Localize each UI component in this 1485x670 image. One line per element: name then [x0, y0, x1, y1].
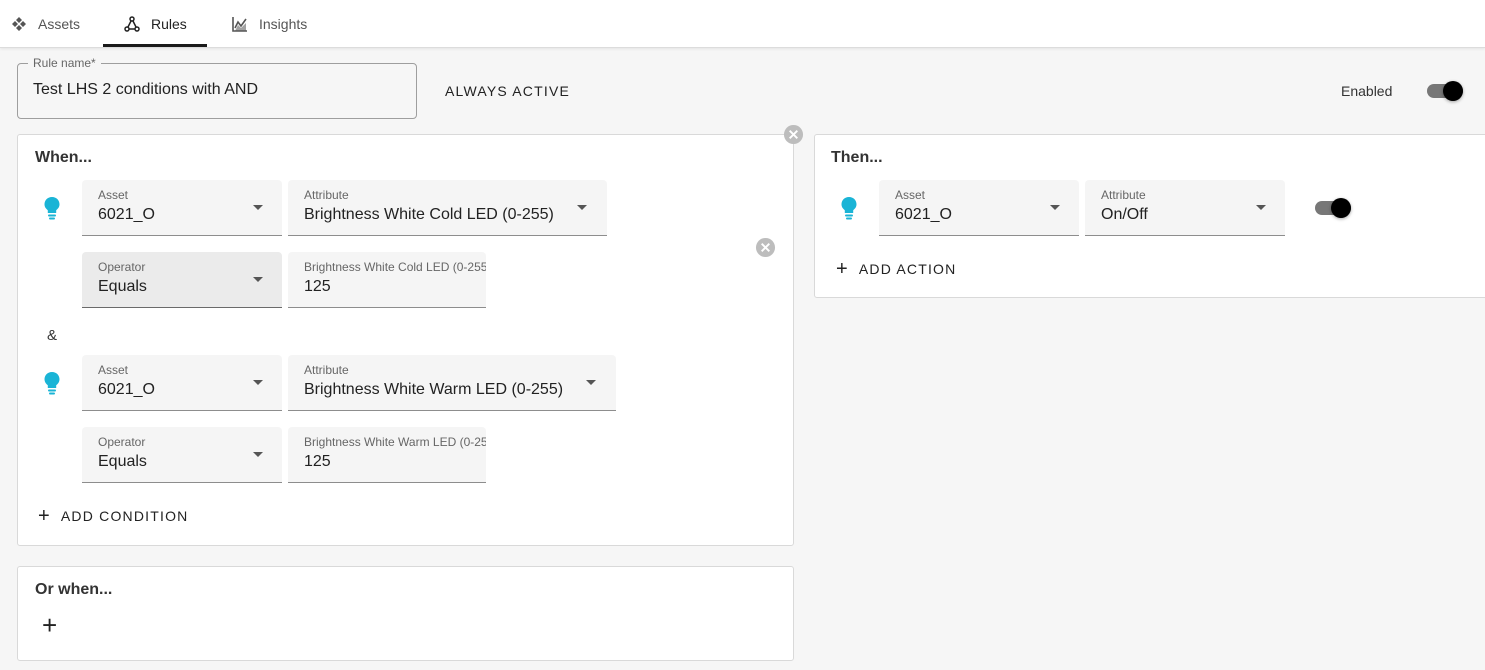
add-action-label: ADD ACTION	[858, 261, 957, 277]
tab-insights[interactable]: Insights	[232, 0, 307, 48]
attribute-value: Brightness White Warm LED (0-255)	[304, 381, 564, 398]
add-group-plus-icon[interactable]: +	[42, 612, 57, 638]
condition-2-operator-select[interactable]: Operator Equals	[82, 427, 282, 483]
active-tab-indicator	[103, 44, 207, 47]
operator-value: Equals	[98, 453, 147, 470]
lightbulb-icon	[840, 196, 858, 225]
value-input[interactable]: 125	[304, 278, 331, 296]
lightbulb-icon	[43, 371, 61, 400]
tab-assets[interactable]: Assets	[11, 0, 80, 48]
close-circle-icon	[755, 237, 776, 258]
plus-icon: +	[38, 505, 51, 527]
tab-assets-label: Assets	[38, 16, 81, 32]
tab-rules[interactable]: Rules	[124, 0, 187, 48]
rules-icon	[124, 16, 140, 32]
enabled-toggle[interactable]	[1443, 81, 1463, 101]
condition-1-asset-select[interactable]: Asset 6021_O	[82, 180, 282, 236]
value-label: Brightness White Warm LED (0-255)	[304, 435, 486, 449]
tab-rules-label: Rules	[151, 16, 187, 32]
asset-value: 6021_O	[98, 381, 155, 398]
rule-name-value[interactable]: Test LHS 2 conditions with AND	[33, 81, 258, 99]
condition-2-value-input[interactable]: Brightness White Warm LED (0-255) 125	[288, 427, 486, 483]
dropdown-arrow-icon	[253, 277, 263, 282]
dropdown-arrow-icon	[253, 452, 263, 457]
operator-value: Equals	[98, 278, 147, 295]
condition-1-operator-select[interactable]: Operator Equals	[82, 252, 282, 308]
attribute-label: Attribute	[304, 363, 349, 377]
attribute-label: Attribute	[304, 188, 349, 202]
dropdown-arrow-icon	[1050, 205, 1060, 210]
condition-2-asset-select[interactable]: Asset 6021_O	[82, 355, 282, 411]
then-title: Then...	[831, 149, 883, 166]
attribute-value: Brightness White Cold LED (0-255)	[304, 206, 554, 223]
asset-label: Asset	[895, 188, 926, 202]
action-attribute-select[interactable]: Attribute On/Off	[1085, 180, 1285, 236]
plus-icon: +	[836, 258, 849, 280]
value-label: Brightness White Cold LED (0-255)	[304, 260, 486, 274]
operator-label: Operator	[98, 260, 146, 274]
condition-2-attribute-select[interactable]: Attribute Brightness White Warm LED (0-2…	[288, 355, 616, 411]
asset-label: Asset	[98, 188, 129, 202]
action-value-toggle[interactable]	[1331, 198, 1351, 218]
dropdown-arrow-icon	[577, 205, 587, 210]
attribute-label: Attribute	[1101, 188, 1146, 202]
lightbulb-icon	[43, 196, 61, 225]
insights-icon	[232, 17, 247, 32]
asset-value: 6021_O	[895, 206, 952, 223]
dropdown-arrow-icon	[1256, 205, 1266, 210]
value-input[interactable]: 125	[304, 453, 331, 471]
when-title: When...	[35, 149, 92, 166]
or-when-title: Or when...	[35, 581, 113, 598]
dropdown-arrow-icon	[586, 380, 596, 385]
remove-condition-button[interactable]	[755, 237, 776, 263]
dropdown-arrow-icon	[253, 205, 263, 210]
asset-value: 6021_O	[98, 206, 155, 223]
top-nav-bar	[0, 0, 1485, 48]
rule-name-label: Rule name*	[28, 56, 101, 70]
asset-label: Asset	[98, 363, 129, 377]
assets-icon	[12, 17, 26, 31]
add-condition-button[interactable]: + ADD CONDITION	[38, 506, 189, 526]
tab-insights-label: Insights	[259, 16, 308, 32]
attribute-value: On/Off	[1101, 206, 1148, 223]
add-action-button[interactable]: + ADD ACTION	[836, 259, 956, 279]
enabled-label: Enabled	[1341, 83, 1393, 99]
operator-label: Operator	[98, 435, 146, 449]
always-active-button[interactable]: ALWAYS ACTIVE	[445, 83, 570, 99]
close-circle-icon	[783, 124, 804, 145]
add-condition-label: ADD CONDITION	[60, 508, 189, 524]
dropdown-arrow-icon	[253, 380, 263, 385]
action-asset-select[interactable]: Asset 6021_O	[879, 180, 1079, 236]
or-when-panel	[17, 566, 794, 661]
and-conjunction: &	[47, 327, 58, 344]
condition-1-value-input[interactable]: Brightness White Cold LED (0-255) 125	[288, 252, 486, 308]
condition-1-attribute-select[interactable]: Attribute Brightness White Cold LED (0-2…	[288, 180, 607, 236]
remove-group-button[interactable]	[783, 124, 804, 150]
